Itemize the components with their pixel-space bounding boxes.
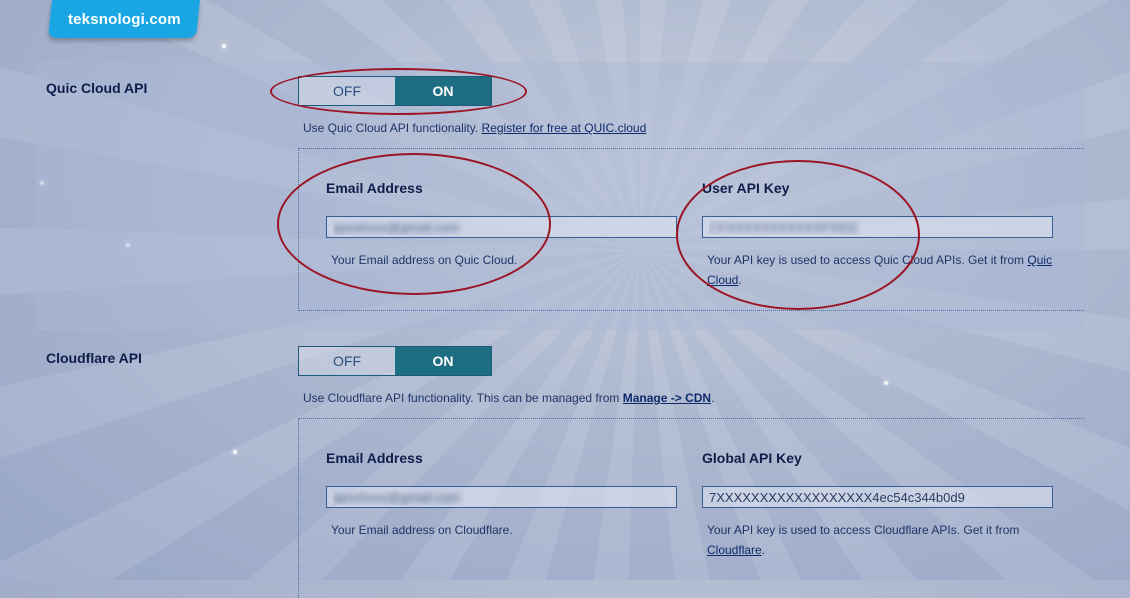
quic-email-label: Email Address [326, 180, 423, 196]
site-logo: teksnologi.com [48, 0, 200, 38]
cloudflare-email-help: Your Email address on Cloudflare. [331, 523, 513, 537]
cloudflare-api-key-input[interactable] [702, 486, 1053, 508]
quic-api-key-label: User API Key [702, 180, 790, 196]
cloudflare-api-label: Cloudflare API [46, 350, 142, 366]
quic-cloud-description: Use Quic Cloud API functionality. Regist… [303, 121, 647, 135]
quic-toggle-off[interactable]: OFF [299, 77, 395, 105]
cloudflare-email-input[interactable] [326, 486, 677, 508]
sparkle [233, 450, 237, 454]
cloudflare-email-label: Email Address [326, 450, 423, 466]
quic-cloud-api-toggle[interactable]: OFF ON [298, 76, 492, 106]
cloudflare-toggle-on[interactable]: ON [395, 347, 491, 375]
logo-text: teksnologi.com [67, 10, 181, 28]
quic-cloud-api-label: Quic Cloud API [46, 80, 148, 96]
cloudflare-toggle-off[interactable]: OFF [299, 347, 395, 375]
quic-email-help: Your Email address on Quic Cloud. [331, 253, 518, 267]
cloudflare-credentials-panel [298, 418, 1084, 598]
sparkle [222, 44, 226, 48]
sparkle [884, 381, 888, 385]
register-quic-cloud-link[interactable]: Register for free at QUIC.cloud [482, 121, 647, 135]
quic-api-key-input[interactable] [702, 216, 1053, 238]
cloudflare-description: Use Cloudflare API functionality. This c… [303, 391, 715, 405]
manage-cdn-link[interactable]: Manage -> CDN [623, 391, 711, 405]
quic-api-key-help: Your API key is used to access Quic Clou… [707, 253, 1053, 287]
cloudflare-link[interactable]: Cloudflare [707, 543, 762, 557]
quic-toggle-on[interactable]: ON [395, 77, 491, 105]
cloudflare-api-toggle[interactable]: OFF ON [298, 346, 492, 376]
cloudflare-api-key-help: Your API key is used to access Cloudflar… [707, 523, 1020, 557]
cloudflare-api-key-label: Global API Key [702, 450, 802, 466]
quic-email-input[interactable] [326, 216, 677, 238]
